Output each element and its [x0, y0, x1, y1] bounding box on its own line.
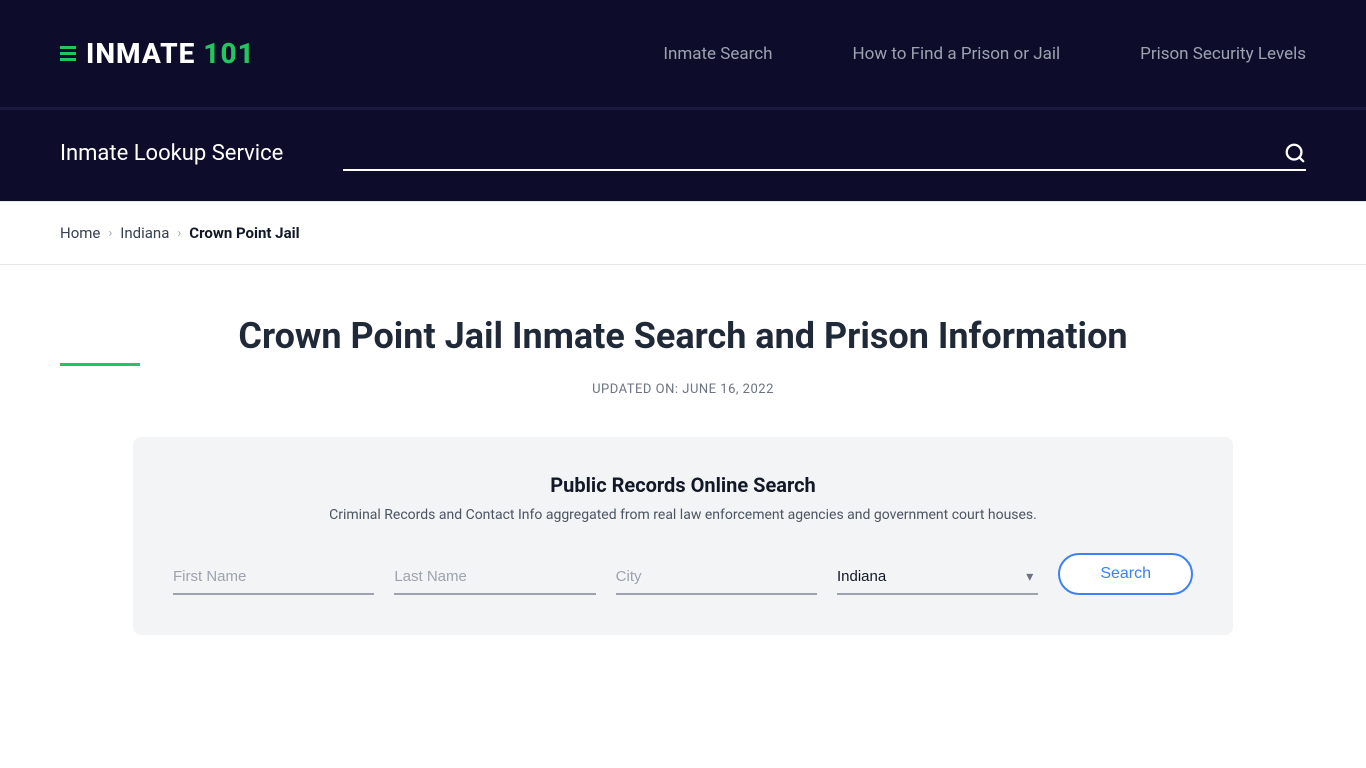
main-search-button[interactable] [1284, 142, 1306, 164]
search-button[interactable]: Search [1058, 553, 1193, 595]
public-records-description: Criminal Records and Contact Info aggreg… [173, 507, 1193, 523]
first-name-field [173, 560, 374, 595]
public-records-form: Indiana Alabama Alaska Arizona Californi… [173, 553, 1193, 595]
state-select[interactable]: Indiana Alabama Alaska Arizona Californi… [837, 560, 1038, 595]
updated-on: UPDATED ON: JUNE 16, 2022 [60, 382, 1306, 397]
page-title: Crown Point Jail Inmate Search and Priso… [238, 315, 1127, 357]
title-underline [60, 363, 140, 366]
last-name-field [394, 560, 595, 595]
logo-text: INMATE 101 [86, 37, 255, 70]
logo-bars-icon [60, 46, 76, 61]
state-select-wrapper: Indiana Alabama Alaska Arizona Californi… [837, 560, 1038, 595]
last-name-input[interactable] [394, 560, 595, 595]
breadcrumb-current: Crown Point Jail [189, 224, 299, 242]
breadcrumb: Home › Indiana › Crown Point Jail [0, 202, 1366, 265]
city-input[interactable] [616, 560, 817, 595]
search-icon [1284, 142, 1306, 164]
city-field [616, 560, 817, 595]
page-title-block: Crown Point Jail Inmate Search and Priso… [60, 315, 1306, 366]
breadcrumb-state[interactable]: Indiana [120, 224, 169, 242]
main-search-input[interactable] [343, 135, 1306, 171]
search-input-wrapper [343, 135, 1306, 171]
first-name-input[interactable] [173, 560, 374, 595]
breadcrumb-home[interactable]: Home [60, 224, 100, 242]
nav-security-levels[interactable]: Prison Security Levels [1140, 44, 1306, 64]
logo-link[interactable]: INMATE 101 [60, 37, 255, 70]
nav-how-to-find[interactable]: How to Find a Prison or Jail [853, 44, 1061, 64]
public-records-title: Public Records Online Search [173, 473, 1193, 497]
main-content: Crown Point Jail Inmate Search and Priso… [0, 265, 1366, 675]
breadcrumb-separator-2: › [177, 226, 181, 241]
search-bar-section: Inmate Lookup Service [0, 110, 1366, 202]
top-navigation: INMATE 101 Inmate Search How to Find a P… [0, 0, 1366, 110]
lookup-title: Inmate Lookup Service [60, 141, 283, 166]
public-records-box: Public Records Online Search Criminal Re… [133, 437, 1233, 635]
breadcrumb-separator-1: › [108, 226, 112, 241]
nav-links: Inmate Search How to Find a Prison or Ja… [663, 44, 1306, 64]
nav-inmate-search[interactable]: Inmate Search [663, 44, 772, 64]
